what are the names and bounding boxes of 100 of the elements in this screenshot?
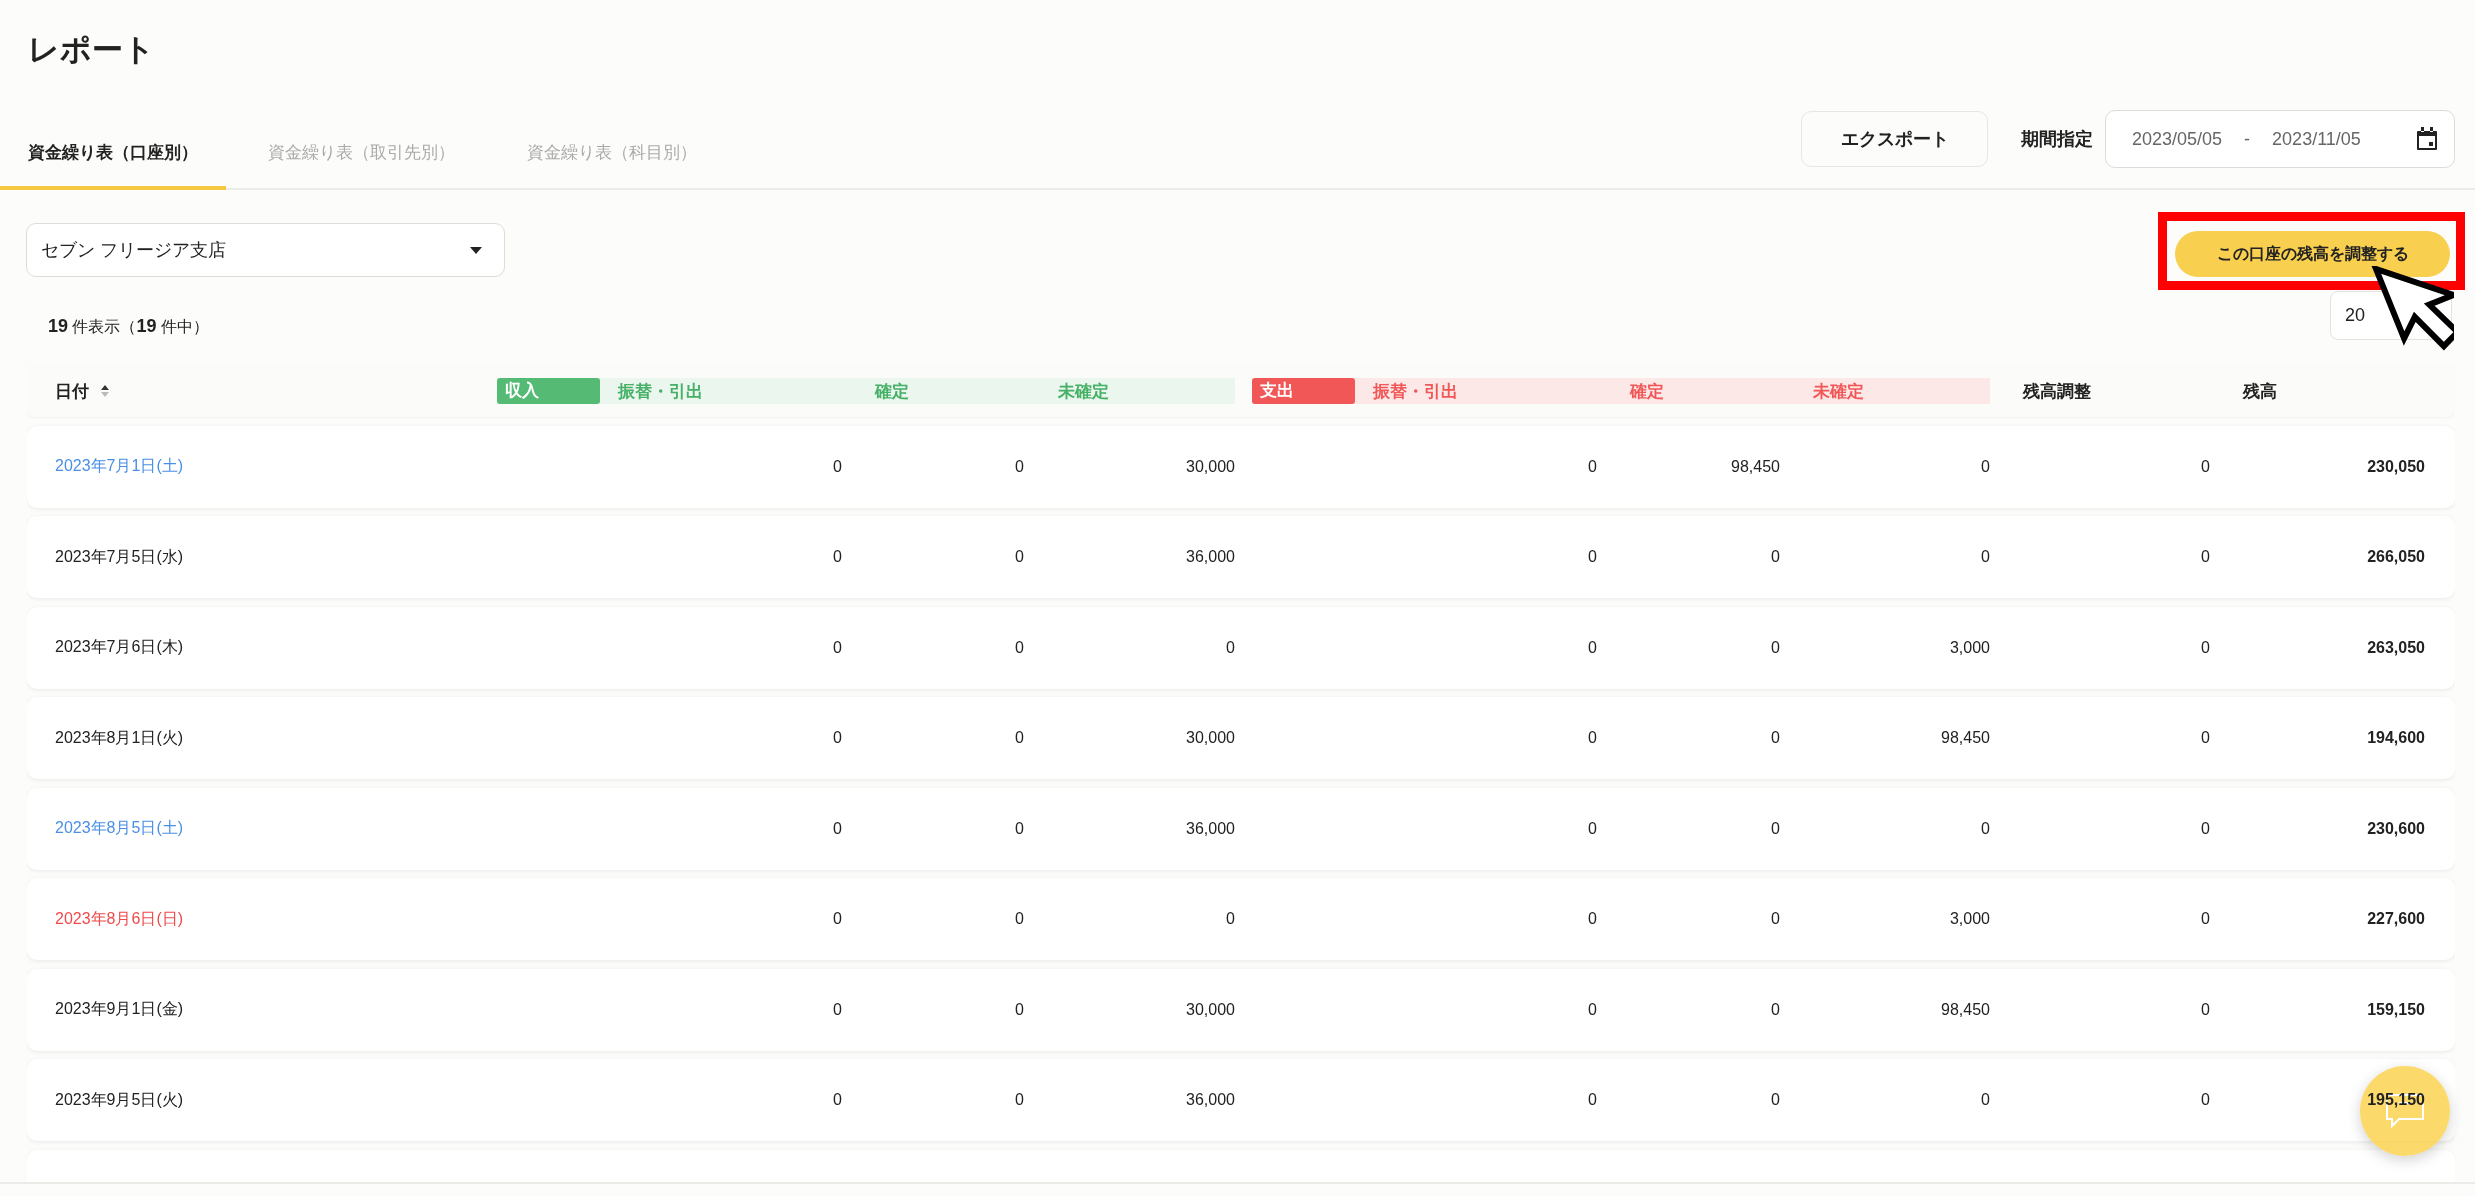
date-cell-text: 2023年8月5日(土) [55, 818, 185, 838]
table-cell-text: 0 [832, 638, 842, 657]
column-header: 未確定 [1058, 380, 1110, 403]
export-button[interactable]: エクスポート [1801, 111, 1988, 167]
table-row[interactable]: 2023年7月1日(土) 0 0 30,000 0 98,450 0 0 230,050 [27, 425, 2455, 508]
table-cell-text: 0 [832, 548, 842, 566]
end-date: 2023/11/05 [2272, 128, 2361, 150]
column-header: 確定 [1630, 380, 1665, 403]
table-cell-text: 0 [1587, 548, 1597, 566]
table-cell-text: 30,000 [1185, 1000, 1235, 1019]
table-cell-text: 30,000 [1185, 457, 1235, 476]
select-value: セブン フリージア支店 [41, 239, 226, 262]
table-cell-text: 0 [1980, 457, 1990, 476]
date-cell-text: 2023年7月5日(水) [55, 546, 185, 567]
table-cell-text: 0 [1587, 457, 1597, 476]
table-cell-text: 230,600 [2366, 819, 2425, 838]
table-cell-text: 0 [1770, 910, 1780, 928]
date-cell-text: 2023年7月6日(木) [55, 637, 185, 657]
table-cell-text: 0 [2200, 729, 2210, 747]
table-cell-text: 0 [1770, 729, 1780, 747]
table-cell-text: 0 [832, 1000, 842, 1019]
table-cell-text: 0 [1770, 819, 1780, 838]
date-cell-text: 2023年8月1日(火) [55, 727, 185, 748]
table-cell-text: 0 [1014, 638, 1024, 657]
table-cell-text: 36,000 [1185, 548, 1235, 566]
table-cell-text: 0 [1770, 638, 1780, 657]
table-cell-text: 0 [1225, 638, 1235, 657]
start-date: 2023/05/05 [2132, 128, 2223, 150]
table-cell-text: 98,450 [1940, 729, 1990, 747]
table-cell-text: 0 [2200, 1091, 2210, 1109]
column-header: 確定 [875, 380, 910, 403]
table-cell-text: 0 [2200, 910, 2210, 928]
column-header: 残高調整 [2021, 380, 2092, 403]
column-header: 未確定 [1813, 380, 1865, 403]
group-badge: 収入 [497, 378, 600, 404]
date-range-field[interactable]: 2023/05/05 - 2023/11/05 [2105, 110, 2455, 168]
period-label: 期間指定 [2021, 128, 2093, 151]
table-cell-text: 0 [832, 819, 842, 838]
table-cell-text: 0 [2200, 457, 2210, 476]
account-select[interactable]: セブン フリージア支店 [26, 223, 505, 277]
table-cell-text: 159,150 [2366, 1000, 2425, 1019]
dropdown-caret-icon [470, 246, 482, 254]
table-cell-text: 0 [1980, 1091, 1990, 1109]
range-separator: - [2244, 128, 2251, 150]
table-row[interactable]: 2023年8月1日(火) 0 0 30,000 0 0 98,450 0 194,600 [27, 697, 2455, 779]
date-cell-text: 2023年7月1日(土) [55, 456, 185, 476]
table-cell-text: 263,050 [2366, 638, 2425, 657]
table-cell-text: 0 [1587, 910, 1597, 928]
table-cell-text: 0 [1587, 638, 1597, 657]
table-cell-text: 36,000 [1185, 1091, 1235, 1109]
table-cell-text: 98,450 [1730, 457, 1780, 476]
table-cell-text: 0 [1014, 548, 1024, 566]
table-cell-text: 266,050 [2366, 548, 2425, 566]
table-cell-text: 230,050 [2366, 457, 2425, 476]
table-cell-text: 0 [1587, 819, 1597, 838]
table-cell-text: 0 [1587, 729, 1597, 747]
date-cell-text: 2023年9月1日(金) [55, 999, 185, 1019]
table-cell-text: 0 [2200, 1000, 2210, 1019]
table-cell-text: 0 [2200, 548, 2210, 566]
column-header: 残高 [2241, 380, 2278, 403]
table-cell-text: 0 [832, 457, 842, 476]
table-row[interactable]: 2023年9月1日(金) 0 0 30,000 0 0 98,450 0 159,150 [27, 968, 2455, 1051]
table-cell-text: 3,000 [1948, 638, 1990, 657]
table-row[interactable]: 2023年8月5日(土) 0 0 36,000 0 0 0 0 230,600 [27, 787, 2455, 870]
table-cell-text: 227,600 [2366, 910, 2425, 928]
table-cell-text: 3,000 [1948, 910, 1990, 928]
table-cell-text: 36,000 [1185, 819, 1235, 838]
table-row[interactable]: 2023年7月6日(木) 0 0 0 0 0 3,000 0 263,050 [27, 606, 2455, 689]
table-cell-text: 0 [1587, 1091, 1597, 1109]
table-cell-text: 0 [1014, 1091, 1024, 1109]
table-cell-text: 194,600 [2366, 729, 2425, 747]
table-cell-text: 0 [1587, 1000, 1597, 1019]
adjust-balance-button[interactable]: この口座の残高を調整する [2175, 231, 2450, 277]
table-cell-text: 0 [1014, 1000, 1024, 1019]
table-cell-text: 0 [1014, 910, 1024, 928]
table-cell-text: 0 [1014, 729, 1024, 747]
table-cell-text: 0 [832, 729, 842, 747]
table-cell-text: 0 [1770, 1091, 1780, 1109]
date-cell-text: 2023年8月6日(日) [55, 908, 185, 929]
table-cell-text: 0 [1770, 548, 1780, 566]
table-cell-text: 0 [832, 1091, 842, 1109]
group-badge: 支出 [1252, 378, 1355, 404]
column-header: 振替・引出 [1373, 380, 1459, 403]
date-cell-text: 2023年9月5日(火) [55, 1089, 185, 1110]
table-row[interactable]: 2023年8月6日(日) 0 0 0 0 0 3,000 0 227,600 [27, 878, 2455, 960]
table-cell-text: 0 [1980, 819, 1990, 838]
table-cell-text: 0 [1014, 457, 1024, 476]
page-title: レポート [28, 31, 156, 69]
column-header: 振替・引出 [618, 380, 704, 403]
table-cell-text: 0 [2200, 638, 2210, 657]
calendar-icon [2416, 127, 2438, 151]
tab[interactable]: 資金繰り表（口座別） [0, 141, 226, 190]
table-row[interactable]: 2023年7月5日(水) 0 0 36,000 0 0 0 0 266,050 [27, 516, 2455, 598]
table-cell-text: 98,450 [1940, 1000, 1990, 1019]
column-header: 日付 [55, 380, 89, 403]
table-cell-text: 30,000 [1185, 729, 1235, 747]
table-cell-text: 0 [1225, 910, 1235, 928]
table-cell-text: 0 [1014, 819, 1024, 838]
table-cell-text: 0 [1770, 1000, 1780, 1019]
table-cell-text: 0 [1980, 548, 1990, 566]
